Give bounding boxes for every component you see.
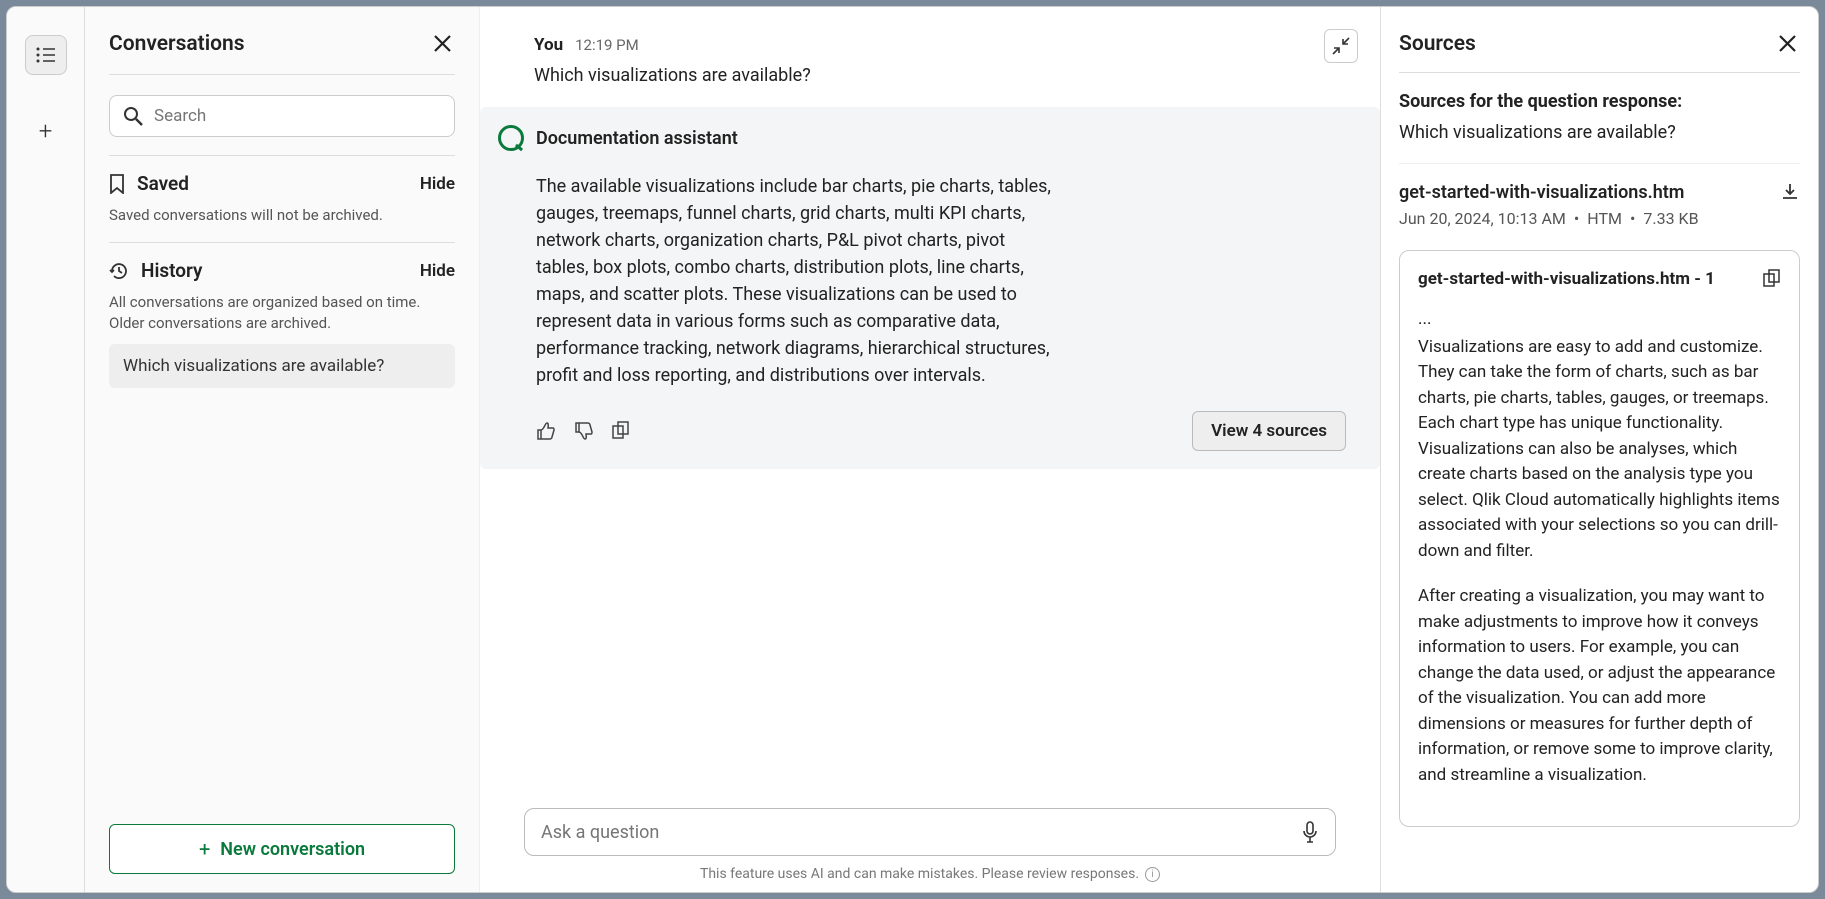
sources-subtitle: Sources for the question response:: [1399, 91, 1800, 112]
thumbs-up-icon[interactable]: [536, 421, 556, 441]
new-conversation-button[interactable]: + New conversation: [109, 824, 455, 874]
search-container: [109, 95, 455, 137]
close-sidebar-icon[interactable]: [430, 31, 455, 56]
copy-icon[interactable]: [612, 421, 630, 441]
source-file-meta: Jun 20, 2024, 10:13 AM•HTM•7.33 KB: [1399, 209, 1800, 228]
source-card-body: ... Visualizations are easy to add and c…: [1418, 307, 1781, 788]
chat-main: You 12:19 PM Which visualizations are av…: [480, 7, 1380, 892]
assistant-name: Documentation assistant: [536, 128, 738, 149]
plus-icon: +: [199, 837, 210, 861]
assistant-message: Documentation assistant The available vi…: [480, 107, 1380, 469]
search-input[interactable]: [109, 95, 455, 137]
source-excerpt-card: get-started-with-visualizations.htm - 1 …: [1399, 250, 1800, 827]
history-description: All conversations are organized based on…: [109, 292, 455, 334]
message-time: 12:19 PM: [575, 36, 639, 54]
history-label: History: [141, 259, 203, 282]
saved-section: Saved Hide Saved conversations will not …: [109, 155, 455, 236]
history-icon: [109, 261, 129, 281]
history-item[interactable]: Which visualizations are available?: [109, 344, 455, 388]
hide-history-button[interactable]: Hide: [420, 261, 455, 281]
collapse-icon[interactable]: [1324, 29, 1358, 63]
reaction-bar: [536, 421, 630, 441]
conversations-sidebar: Conversations Saved Hide Saved con: [85, 7, 480, 892]
sources-title: Sources: [1399, 32, 1476, 56]
view-sources-button[interactable]: View 4 sources: [1192, 411, 1346, 451]
sidebar-title: Conversations: [109, 32, 245, 56]
download-icon[interactable]: [1780, 182, 1800, 202]
sources-question: Which visualizations are available?: [1399, 122, 1800, 164]
nav-rail: +: [7, 7, 85, 892]
message-sender: You: [534, 35, 563, 55]
source-card-title: get-started-with-visualizations.htm - 1: [1418, 269, 1715, 289]
add-icon[interactable]: +: [25, 111, 67, 151]
assistant-avatar-icon: [498, 125, 524, 151]
saved-label: Saved: [137, 172, 189, 195]
saved-description: Saved conversations will not be archived…: [109, 205, 455, 226]
microphone-icon[interactable]: [1301, 821, 1319, 843]
source-file: get-started-with-visualizations.htm Jun …: [1399, 182, 1800, 228]
message-thread: You 12:19 PM Which visualizations are av…: [480, 7, 1380, 798]
question-input-box: [524, 808, 1336, 856]
info-icon[interactable]: i: [1145, 867, 1160, 882]
input-row: [480, 798, 1380, 860]
bookmark-icon: [109, 174, 125, 194]
thumbs-down-icon[interactable]: [574, 421, 594, 441]
expand-icon[interactable]: [1763, 269, 1781, 287]
source-file-name: get-started-with-visualizations.htm: [1399, 182, 1684, 203]
history-section: History Hide All conversations are organ…: [109, 242, 455, 388]
conversations-list-icon[interactable]: [25, 35, 67, 75]
hide-saved-button[interactable]: Hide: [420, 174, 455, 194]
user-message-text: Which visualizations are available?: [534, 63, 1346, 89]
user-message: You 12:19 PM Which visualizations are av…: [534, 35, 1346, 89]
assistant-message-text: The available visualizations include bar…: [498, 173, 1058, 389]
new-conversation-label: New conversation: [220, 839, 365, 860]
search-icon: [123, 106, 143, 126]
app-window: + Conversations Saved Hide: [6, 6, 1819, 893]
sources-panel: Sources Sources for the question respons…: [1380, 7, 1818, 892]
close-sources-icon[interactable]: [1775, 31, 1800, 56]
ai-disclaimer: This feature uses AI and can make mistak…: [480, 860, 1380, 892]
question-input[interactable]: [541, 822, 1301, 843]
